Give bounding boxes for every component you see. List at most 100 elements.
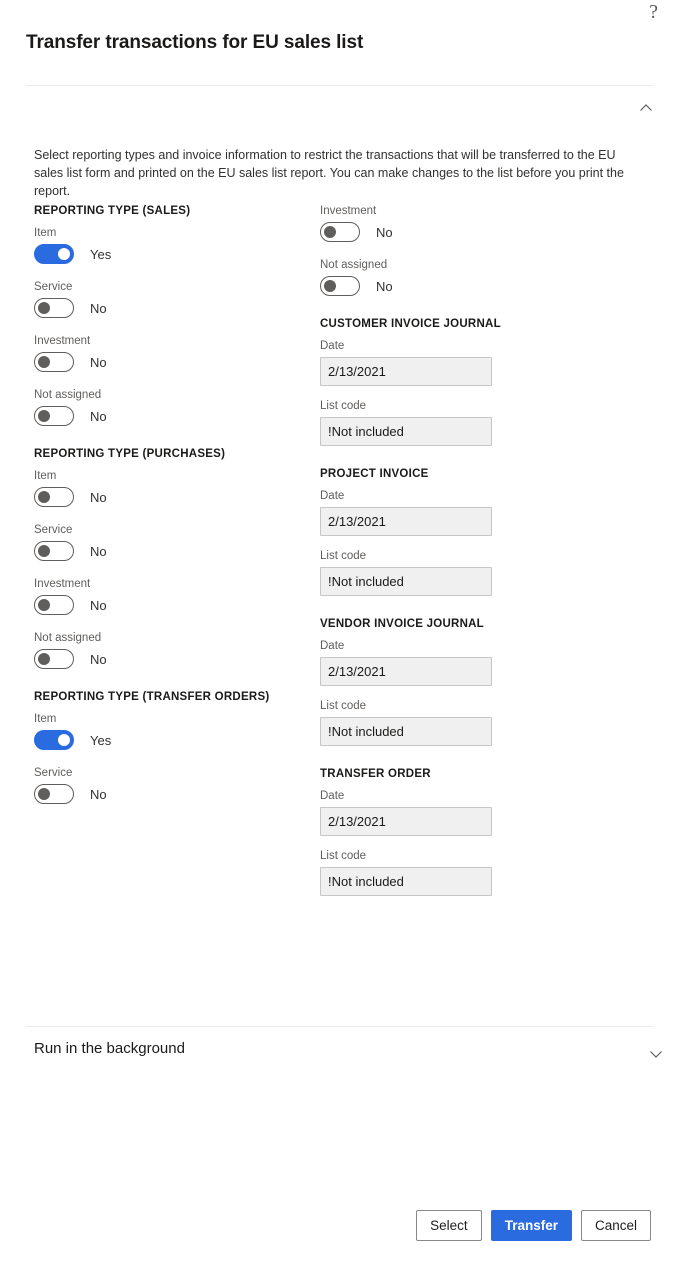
field-purchases-service: Service No [34,524,304,561]
left-column: REPORTING TYPE (SALES) Item Yes Service … [34,205,304,826]
toggle-state-label: No [90,354,107,370]
group-heading-transfer-order: TRANSFER ORDER [320,768,431,780]
toggle-knob [38,545,50,557]
toggle-row: No [34,406,304,426]
field-label-date: Date [320,790,345,802]
dialog-page: ? Transfer transactions for EU sales lis… [0,0,678,1269]
toggle-knob [38,410,50,422]
footer-buttons: Select Transfer Cancel [416,1210,651,1241]
field-right-investment: Investment No [320,205,600,242]
toggle-row: No [34,649,304,669]
toggle-purchases-service[interactable] [34,541,74,561]
project-invoice-list-code-input[interactable] [320,567,492,596]
intro-description: Select reporting types and invoice infor… [34,148,624,198]
toggle-transfer-orders-service[interactable] [34,784,74,804]
toggle-state-label: No [90,300,107,316]
toggle-state-label: No [90,489,107,505]
field-label-date: Date [320,490,345,502]
toggle-knob [324,280,336,292]
toggle-knob [58,248,70,260]
chevron-down-icon[interactable] [646,1044,666,1064]
field-transfer-orders-service: Service No [34,767,304,804]
field-label: Item [34,227,57,239]
field-label: Item [34,470,57,482]
vendor-invoice-journal-date-input[interactable] [320,657,492,686]
customer-invoice-journal-list-code-input[interactable] [320,417,492,446]
page-title: Transfer transactions for EU sales list [26,32,364,53]
customer-invoice-journal-date-input[interactable] [320,357,492,386]
field-label: Service [34,524,73,536]
field-label: Not assigned [34,632,102,644]
toggle-row: No [34,298,304,318]
group-reporting-type-transfer-orders: REPORTING TYPE (TRANSFER ORDERS) Item Ye… [34,691,304,804]
toggle-sales-item[interactable] [34,244,74,264]
toggle-state-label: No [376,278,393,294]
toggle-row: No [34,541,304,561]
field-purchases-not-assigned: Not assigned No [34,632,304,669]
transfer-order-list-code-input[interactable] [320,867,492,896]
field-label: Service [34,281,73,293]
toggle-row: No [34,595,304,615]
toggle-knob [58,734,70,746]
toggle-right-not-assigned[interactable] [320,276,360,296]
run-in-background-title: Run in the background [34,1040,185,1057]
chevron-up-icon[interactable] [636,98,656,118]
group-reporting-type-sales: REPORTING TYPE (SALES) Item Yes Service … [34,205,304,426]
field-label-list-code: List code [320,850,367,862]
group-reporting-type-purchases: REPORTING TYPE (PURCHASES) Item No Servi… [34,448,304,669]
toggle-knob [38,302,50,314]
field-label: Investment [34,578,91,590]
vendor-invoice-journal-list-code-input[interactable] [320,717,492,746]
background-section-divider [26,1026,653,1027]
field-label-date: Date [320,640,345,652]
toggle-knob [38,491,50,503]
group-heading-customer-invoice-journal: CUSTOMER INVOICE JOURNAL [320,318,501,330]
toggle-row: No [320,222,600,242]
field-transfer-orders-item: Item Yes [34,713,304,750]
group-vendor-invoice-journal: VENDOR INVOICE JOURNAL Date List code [320,618,600,746]
transfer-order-date-input[interactable] [320,807,492,836]
toggle-purchases-item[interactable] [34,487,74,507]
field-sales-not-assigned: Not assigned No [34,389,304,426]
toggle-purchases-investment[interactable] [34,595,74,615]
field-label-list-code: List code [320,400,367,412]
cancel-button[interactable]: Cancel [580,1210,651,1241]
toggle-state-label: No [376,224,393,240]
toggle-state-label: Yes [90,732,112,748]
select-button[interactable]: Select [416,1210,482,1241]
toggle-state-label: Yes [90,246,112,262]
toggle-sales-service[interactable] [34,298,74,318]
header-divider [26,85,653,86]
field-label-list-code: List code [320,700,367,712]
project-invoice-date-input[interactable] [320,507,492,536]
toggle-sales-investment[interactable] [34,352,74,372]
toggle-state-label: No [90,597,107,613]
group-heading-vendor-invoice-journal: VENDOR INVOICE JOURNAL [320,618,484,630]
transfer-button[interactable]: Transfer [490,1210,572,1241]
group-heading-project-invoice: PROJECT INVOICE [320,468,429,480]
field-sales-service: Service No [34,281,304,318]
field-sales-item: Item Yes [34,227,304,264]
toggle-knob [324,226,336,238]
toggle-row: No [34,784,304,804]
group-project-invoice: PROJECT INVOICE Date List code [320,468,600,596]
toggle-row: Yes [34,730,304,750]
group-transfer-order: TRANSFER ORDER Date List code [320,768,600,896]
field-purchases-item: Item No [34,470,304,507]
field-label: Investment [320,205,377,217]
field-purchases-investment: Investment No [34,578,304,615]
toggle-state-label: No [90,543,107,559]
toggle-row: No [34,352,304,372]
right-column: Investment No Not assigned No CUSTOMER I… [320,205,600,918]
field-label: Item [34,713,57,725]
toggle-right-investment[interactable] [320,222,360,242]
help-question-icon[interactable]: ? [649,2,658,22]
toggle-transfer-orders-item[interactable] [34,730,74,750]
toggle-purchases-not-assigned[interactable] [34,649,74,669]
field-right-not-assigned: Not assigned No [320,259,600,296]
field-label: Service [34,767,73,779]
toggle-sales-not-assigned[interactable] [34,406,74,426]
toggle-state-label: No [90,786,107,802]
run-in-background-section[interactable]: Run in the background [34,1040,662,1066]
group-right-top-toggles: Investment No Not assigned No [320,205,600,296]
